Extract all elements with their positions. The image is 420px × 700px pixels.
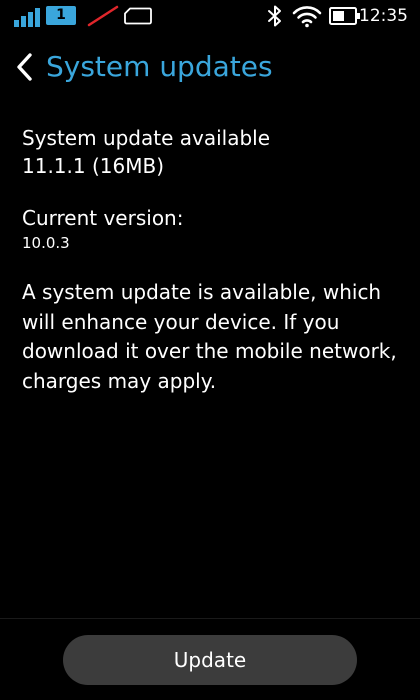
wifi-icon bbox=[292, 6, 322, 28]
current-version-value: 10.0.3 bbox=[22, 234, 70, 252]
current-version-section: Current version: 10.0.3 bbox=[22, 204, 402, 254]
update-description: A system update is available, which will… bbox=[22, 280, 397, 393]
page-title: System updates bbox=[46, 50, 273, 83]
available-update-label: System update available bbox=[22, 126, 271, 150]
current-version-label: Current version: bbox=[22, 206, 184, 230]
status-bar: 1 12:35 bbox=[0, 0, 420, 32]
header: System updates bbox=[0, 44, 420, 90]
back-button[interactable] bbox=[10, 50, 38, 84]
screen: 1 12:35 System updates System update ava… bbox=[0, 0, 420, 700]
status-clock: 12:35 bbox=[359, 6, 408, 26]
no-sim-icon bbox=[87, 5, 119, 27]
divider bbox=[0, 618, 420, 619]
signal-strength-icon bbox=[14, 5, 40, 27]
battery-icon bbox=[329, 7, 360, 25]
sim-card-icon bbox=[124, 7, 152, 25]
chevron-left-icon bbox=[17, 53, 32, 81]
update-button[interactable]: Update bbox=[63, 635, 357, 685]
sim-slot-badge: 1 bbox=[46, 6, 76, 25]
available-update-section: System update available 11.1.1 (16MB) bbox=[22, 124, 402, 180]
update-details: System update available 11.1.1 (16MB) Cu… bbox=[22, 124, 402, 396]
bluetooth-icon bbox=[268, 5, 281, 27]
available-update-version: 11.1.1 (16MB) bbox=[22, 154, 165, 178]
